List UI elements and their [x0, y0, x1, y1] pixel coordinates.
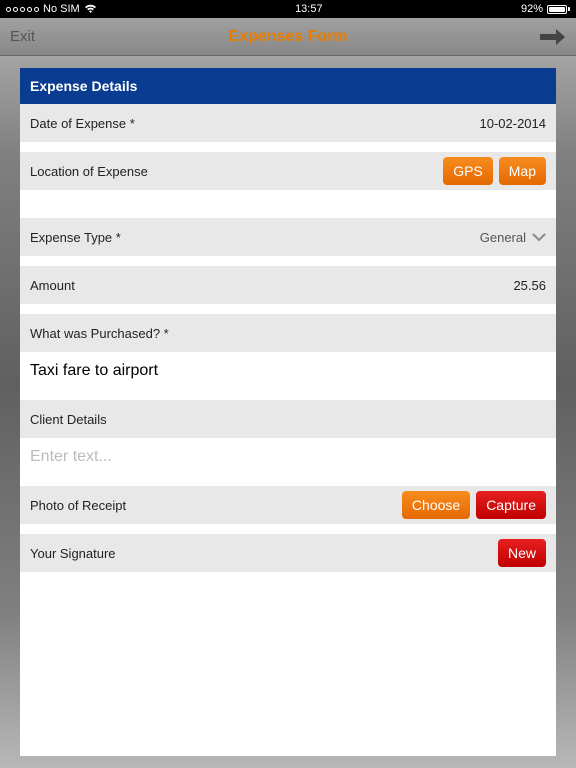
gps-button[interactable]: GPS [443, 157, 493, 185]
form-container: Expense Details Date of Expense * 10-02-… [20, 68, 556, 756]
purchased-label-row: What was Purchased? * [20, 314, 556, 352]
client-label-row: Client Details [20, 400, 556, 438]
photo-label: Photo of Receipt [30, 498, 126, 513]
location-value-area [20, 190, 556, 208]
battery-icon [547, 5, 570, 14]
chevron-down-icon [532, 232, 546, 242]
nav-bar: Exit Expenses Form [0, 18, 576, 56]
amount-row[interactable]: Amount 25.56 [20, 266, 556, 304]
signature-label: Your Signature [30, 546, 116, 561]
date-label: Date of Expense * [30, 116, 135, 131]
expense-type-value: General [480, 230, 526, 245]
status-bar: No SIM 13:57 92% [0, 0, 576, 18]
location-label: Location of Expense [30, 164, 148, 179]
expense-type-label: Expense Type * [30, 230, 121, 245]
page-title: Expenses Form [228, 28, 347, 46]
client-input[interactable]: Enter text... [20, 438, 556, 476]
exit-button[interactable]: Exit [10, 28, 35, 45]
section-header: Expense Details [20, 68, 556, 104]
status-time: 13:57 [295, 3, 323, 15]
location-row: Location of Expense GPS Map [20, 152, 556, 190]
photo-row: Photo of Receipt Choose Capture [20, 486, 556, 524]
client-label: Client Details [30, 412, 107, 427]
choose-button[interactable]: Choose [402, 491, 470, 519]
expense-type-row[interactable]: Expense Type * General [20, 218, 556, 256]
amount-label: Amount [30, 278, 75, 293]
signal-icon [6, 7, 39, 12]
amount-value: 25.56 [513, 278, 546, 293]
purchased-label: What was Purchased? * [30, 326, 169, 341]
signature-row: Your Signature New [20, 534, 556, 572]
purchased-value: Taxi fare to airport [30, 362, 158, 379]
capture-button[interactable]: Capture [476, 491, 546, 519]
date-row[interactable]: Date of Expense * 10-02-2014 [20, 104, 556, 142]
wifi-icon [84, 4, 97, 14]
new-signature-button[interactable]: New [498, 539, 546, 567]
battery-pct: 92% [521, 3, 543, 15]
next-arrow-icon[interactable] [538, 28, 566, 46]
date-value: 10-02-2014 [480, 116, 547, 131]
client-placeholder: Enter text... [30, 448, 112, 465]
carrier-label: No SIM [43, 3, 80, 15]
purchased-input[interactable]: Taxi fare to airport [20, 352, 556, 390]
map-button[interactable]: Map [499, 157, 546, 185]
